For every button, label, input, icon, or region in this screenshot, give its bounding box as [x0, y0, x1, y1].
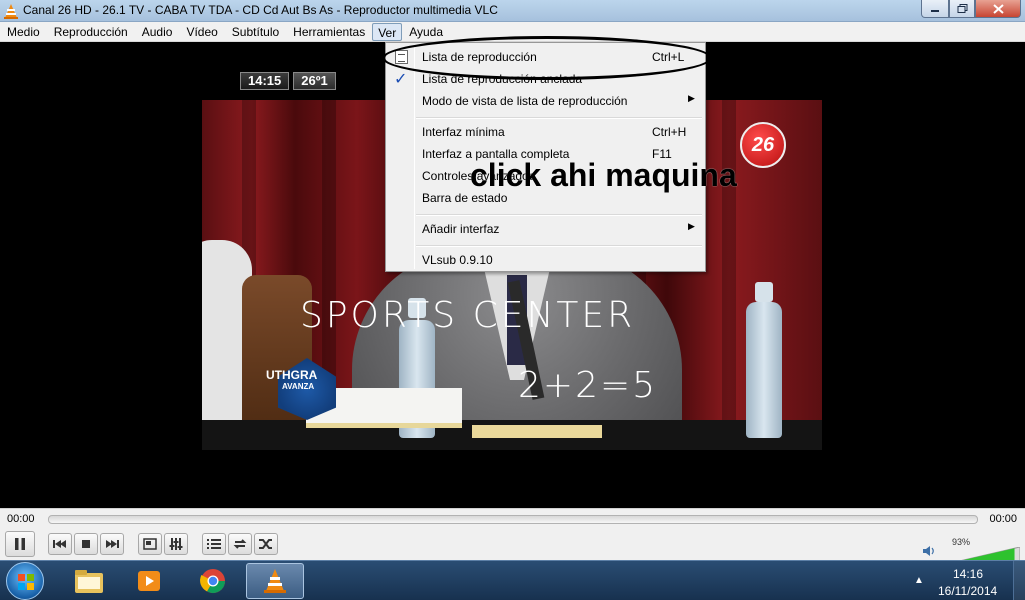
checkmark-icon: ✓ — [394, 71, 408, 88]
seek-bar[interactable] — [48, 515, 978, 524]
menu-item-label: Interfaz mínima — [422, 125, 505, 139]
menu-item-vlsub[interactable]: VLsub 0.9.10 — [388, 249, 703, 271]
papers — [472, 425, 602, 438]
title-bar[interactable]: Canal 26 HD - 26.1 TV - CABA TV TDA - CD… — [0, 0, 1025, 22]
loop-icon[interactable] — [228, 533, 252, 555]
speaker-icon[interactable] — [922, 545, 936, 557]
menu-reproduccion[interactable]: Reproducción — [47, 23, 135, 41]
hand-drawn-ellipse — [382, 36, 712, 80]
submenu-arrow-icon: ▶ — [688, 93, 695, 103]
menu-item-label: VLsub 0.9.10 — [422, 253, 493, 267]
menu-item-add-interface[interactable]: Añadir interfaz ▶ — [388, 218, 703, 240]
media-player-icon[interactable] — [120, 563, 178, 599]
menu-separator — [416, 117, 702, 119]
channel-logo: 26 — [740, 122, 786, 168]
show-desktop-button[interactable] — [1013, 561, 1025, 600]
taskbar: ▲ 14:16 16/11/2014 — [0, 560, 1025, 600]
menu-ayuda[interactable]: Ayuda — [402, 23, 450, 41]
vlc-cone-icon — [4, 4, 18, 19]
explorer-icon[interactable] — [60, 563, 118, 599]
total-time: 00:00 — [989, 513, 1017, 525]
chrome-icon[interactable] — [184, 563, 242, 599]
elapsed-time: 00:00 — [7, 513, 35, 525]
tray-expand-icon[interactable]: ▲ — [914, 575, 924, 586]
shuffle-icon[interactable] — [254, 533, 278, 555]
handwritten-equation: 2+2=5 — [518, 365, 658, 406]
pause-icon[interactable] — [5, 531, 35, 557]
window-controls — [921, 0, 1021, 19]
maximize-icon[interactable] — [949, 0, 975, 18]
clock-date[interactable]: 16/11/2014 — [938, 584, 997, 598]
vlc-icon[interactable] — [246, 563, 304, 599]
menu-separator — [416, 214, 702, 216]
extended-settings-icon[interactable] — [164, 533, 188, 555]
broadcast-osd: 14:15 26º1 — [240, 72, 336, 90]
volume-percent: 93% — [952, 537, 971, 547]
playback-controls: 00:00 00:00 93% — [0, 508, 1025, 565]
vlc-window: Canal 26 HD - 26.1 TV - CABA TV TDA - CD… — [0, 0, 1025, 600]
osd-time: 14:15 — [240, 72, 290, 90]
close-icon[interactable] — [975, 0, 1021, 18]
curtain-fold — [722, 100, 736, 450]
menu-separator — [416, 245, 702, 247]
menu-item-playlist-view-mode[interactable]: Modo de vista de lista de reproducción ▶ — [388, 90, 703, 112]
menu-item-shortcut: Ctrl+H — [652, 125, 687, 139]
minimize-icon[interactable] — [921, 0, 949, 18]
handwritten-text: SPORTS CENTER — [300, 295, 636, 336]
window-title: Canal 26 HD - 26.1 TV - CABA TV TDA - CD… — [23, 3, 498, 17]
menu-video[interactable]: Vídeo — [179, 23, 224, 41]
fullscreen-icon[interactable] — [138, 533, 162, 555]
menu-ver[interactable]: Ver — [372, 22, 403, 41]
playlist-icon[interactable] — [202, 533, 226, 555]
menu-subtitulo[interactable]: Subtítulo — [225, 23, 286, 41]
osd-temperature: 26º1 — [293, 72, 336, 90]
previous-icon[interactable] — [48, 533, 72, 555]
menu-item-label: Modo de vista de lista de reproducción — [422, 94, 628, 108]
menu-item-minimal-interface[interactable]: Interfaz mínima Ctrl+H — [388, 121, 703, 143]
menu-medio[interactable]: Medio — [0, 23, 47, 41]
uthgra-logo-subtext: AVANZA — [282, 382, 315, 391]
menu-audio[interactable]: Audio — [135, 23, 180, 41]
water-bottle — [746, 302, 782, 438]
next-icon[interactable] — [100, 533, 124, 555]
start-button-icon[interactable] — [6, 562, 44, 600]
clock-time[interactable]: 14:16 — [953, 567, 983, 581]
uthgra-logo-text: UTHGRA — [266, 368, 318, 382]
stop-icon[interactable] — [74, 533, 98, 555]
menu-herramientas[interactable]: Herramientas — [286, 23, 372, 41]
bottle-cap — [755, 282, 773, 302]
menu-item-label: Añadir interfaz — [422, 222, 500, 236]
annotation-text: click ahi maquina — [470, 157, 737, 193]
submenu-arrow-icon: ▶ — [688, 221, 695, 231]
